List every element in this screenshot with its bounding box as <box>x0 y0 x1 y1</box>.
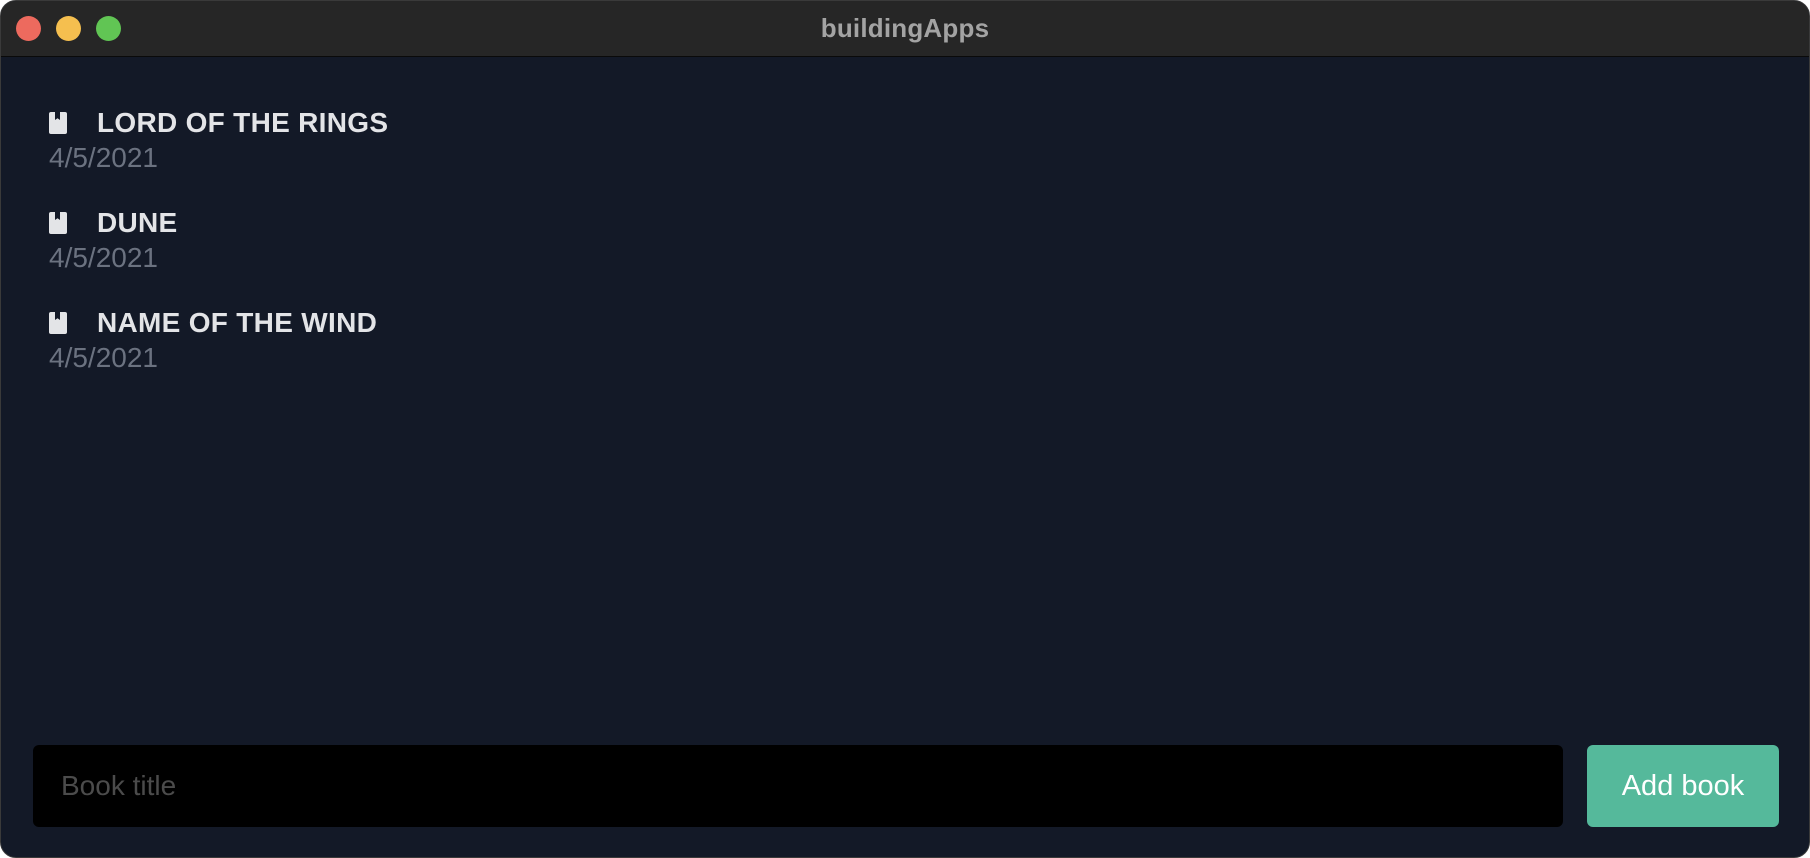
book-icon <box>49 205 71 241</box>
book-list: LORD OF THE RINGS 4/5/2021 DUNE 4/5/2021 <box>49 105 388 405</box>
list-item: DUNE 4/5/2021 <box>49 205 388 305</box>
window-title: buildingApps <box>820 13 990 43</box>
list-item: LORD OF THE RINGS 4/5/2021 <box>49 105 388 205</box>
app-window: buildingApps LORD OF THE RINGS 4/5/2021 … <box>0 0 1810 858</box>
book-date: 4/5/2021 <box>49 342 158 373</box>
book-title: NAME OF THE WIND <box>97 307 378 338</box>
list-item: NAME OF THE WIND 4/5/2021 <box>49 305 388 405</box>
title-bar: buildingApps <box>1 1 1809 57</box>
add-book-form: Add book <box>33 745 1779 827</box>
main-content: LORD OF THE RINGS 4/5/2021 DUNE 4/5/2021 <box>1 57 1809 857</box>
book-date: 4/5/2021 <box>49 242 158 273</box>
add-book-button[interactable]: Add book <box>1587 745 1779 827</box>
book-title: DUNE <box>97 207 178 238</box>
book-icon <box>49 105 71 141</box>
book-icon <box>49 305 71 341</box>
book-title-input[interactable] <box>33 745 1563 827</box>
book-title: LORD OF THE RINGS <box>97 107 389 138</box>
book-date: 4/5/2021 <box>49 142 158 173</box>
